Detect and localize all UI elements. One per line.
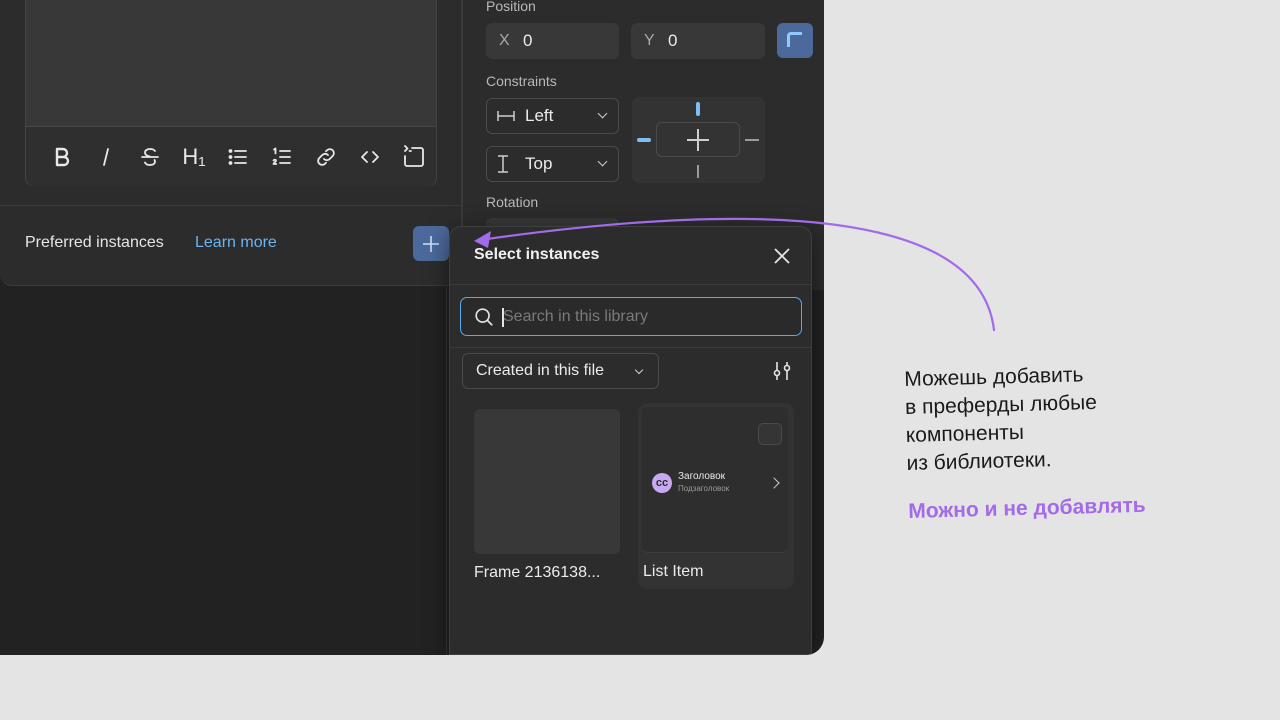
strikethrough-button[interactable] [128,137,172,177]
search-field[interactable] [460,297,802,336]
constraint-top-handle[interactable] [696,102,700,116]
select-checkbox[interactable] [758,423,782,445]
code-block-button[interactable] [392,137,436,177]
search-icon [475,307,493,326]
app-window: H₁ Preferred instances Learn more Positi… [0,0,824,655]
plus-icon [423,235,439,252]
constraints-label: Constraints [486,73,557,89]
chevron-down-icon [634,365,644,375]
code-icon [361,150,379,163]
bold-button[interactable] [40,137,84,177]
constraints-widget[interactable] [632,97,765,183]
vertical-constraint-dropdown[interactable]: Top [486,146,619,182]
learn-more-link[interactable]: Learn more [195,234,277,252]
instance-card-label: List Item [643,563,704,580]
chevron-down-icon [597,156,608,167]
chevron-right-icon [768,477,780,489]
instance-preview: cc Заголовок Подзаголовок [642,407,788,553]
link-icon [317,147,335,166]
rotation-label: Rotation [486,194,539,210]
popover-title: Select instances [474,246,600,263]
constraint-left-handle[interactable] [637,138,651,142]
italic-button[interactable] [84,137,128,177]
heading-button[interactable]: H₁ [172,137,216,177]
source-filter-value: Created in this file [476,362,605,379]
y-key: Y [644,32,655,49]
constraint-center-vertical[interactable] [697,129,699,151]
code-button[interactable] [348,137,392,177]
instance-card-frame[interactable] [474,409,620,554]
annotation-line: из библиотеки. [906,448,1052,475]
select-instances-popover: Select instances Created in this file Fr… [449,226,812,655]
popover-header-divider [450,284,811,285]
formatting-toolbar: H₁ [26,126,436,186]
constraint-bottom-handle[interactable] [697,165,699,178]
description-editor[interactable]: H₁ [25,0,437,186]
bulleted-list-button[interactable] [216,137,260,177]
x-key: X [499,32,510,49]
close-button[interactable] [772,246,792,266]
x-value: 0 [523,31,533,50]
chevron-down-icon [597,108,608,119]
y-position-field[interactable]: Y 0 [631,23,765,59]
numbered-list-icon [272,147,291,165]
annotation-note: Можешь добавить в преферды любые компоне… [904,361,1099,478]
horizontal-constraint-dropdown[interactable]: Left [486,98,619,134]
instance-card-list-item[interactable]: cc Заголовок Подзаголовок List Item [638,403,794,589]
instance-card-label: Frame 2136138... [474,564,601,581]
source-filter-dropdown[interactable]: Created in this file [462,353,659,389]
preview-title: Заголовок [678,471,726,482]
panel-divider [0,205,461,206]
heading-icon: H₁ [182,143,206,169]
corner-radius-toggle[interactable] [777,23,813,58]
popover-search-divider [450,347,811,348]
search-input[interactable] [503,307,783,326]
constraint-right-handle[interactable] [745,139,759,141]
preferred-instances-label: Preferred instances [25,234,164,251]
y-value: 0 [668,31,678,50]
x-position-field[interactable]: X 0 [486,23,619,59]
position-label: Position [486,0,536,14]
horizontal-constraint-icon [497,110,517,122]
filter-settings-button[interactable] [770,359,794,383]
italic-icon [103,147,109,166]
vertical-constraint-value: Top [525,154,553,173]
annotation-alt-note: Можно и не добавлять [908,493,1146,523]
strikethrough-icon [141,147,159,166]
link-button[interactable] [304,137,348,177]
bold-icon [55,147,70,166]
close-icon [774,248,790,264]
quote-avatar-icon: cc [652,473,672,493]
description-panel: H₁ Preferred instances Learn more [0,0,462,286]
add-preferred-instance-button[interactable] [413,226,449,261]
vertical-constraint-icon [497,155,517,173]
text-cursor [502,308,504,327]
annotation-line: в преферды любые [904,390,1098,419]
sliders-icon [773,362,791,380]
vertical-divider [446,286,447,655]
bulleted-list-icon [228,148,247,165]
preview-subtitle: Подзаголовок [678,484,730,493]
numbered-list-button[interactable] [260,137,304,177]
code-block-icon [404,144,424,167]
horizontal-constraint-value: Left [525,106,554,125]
